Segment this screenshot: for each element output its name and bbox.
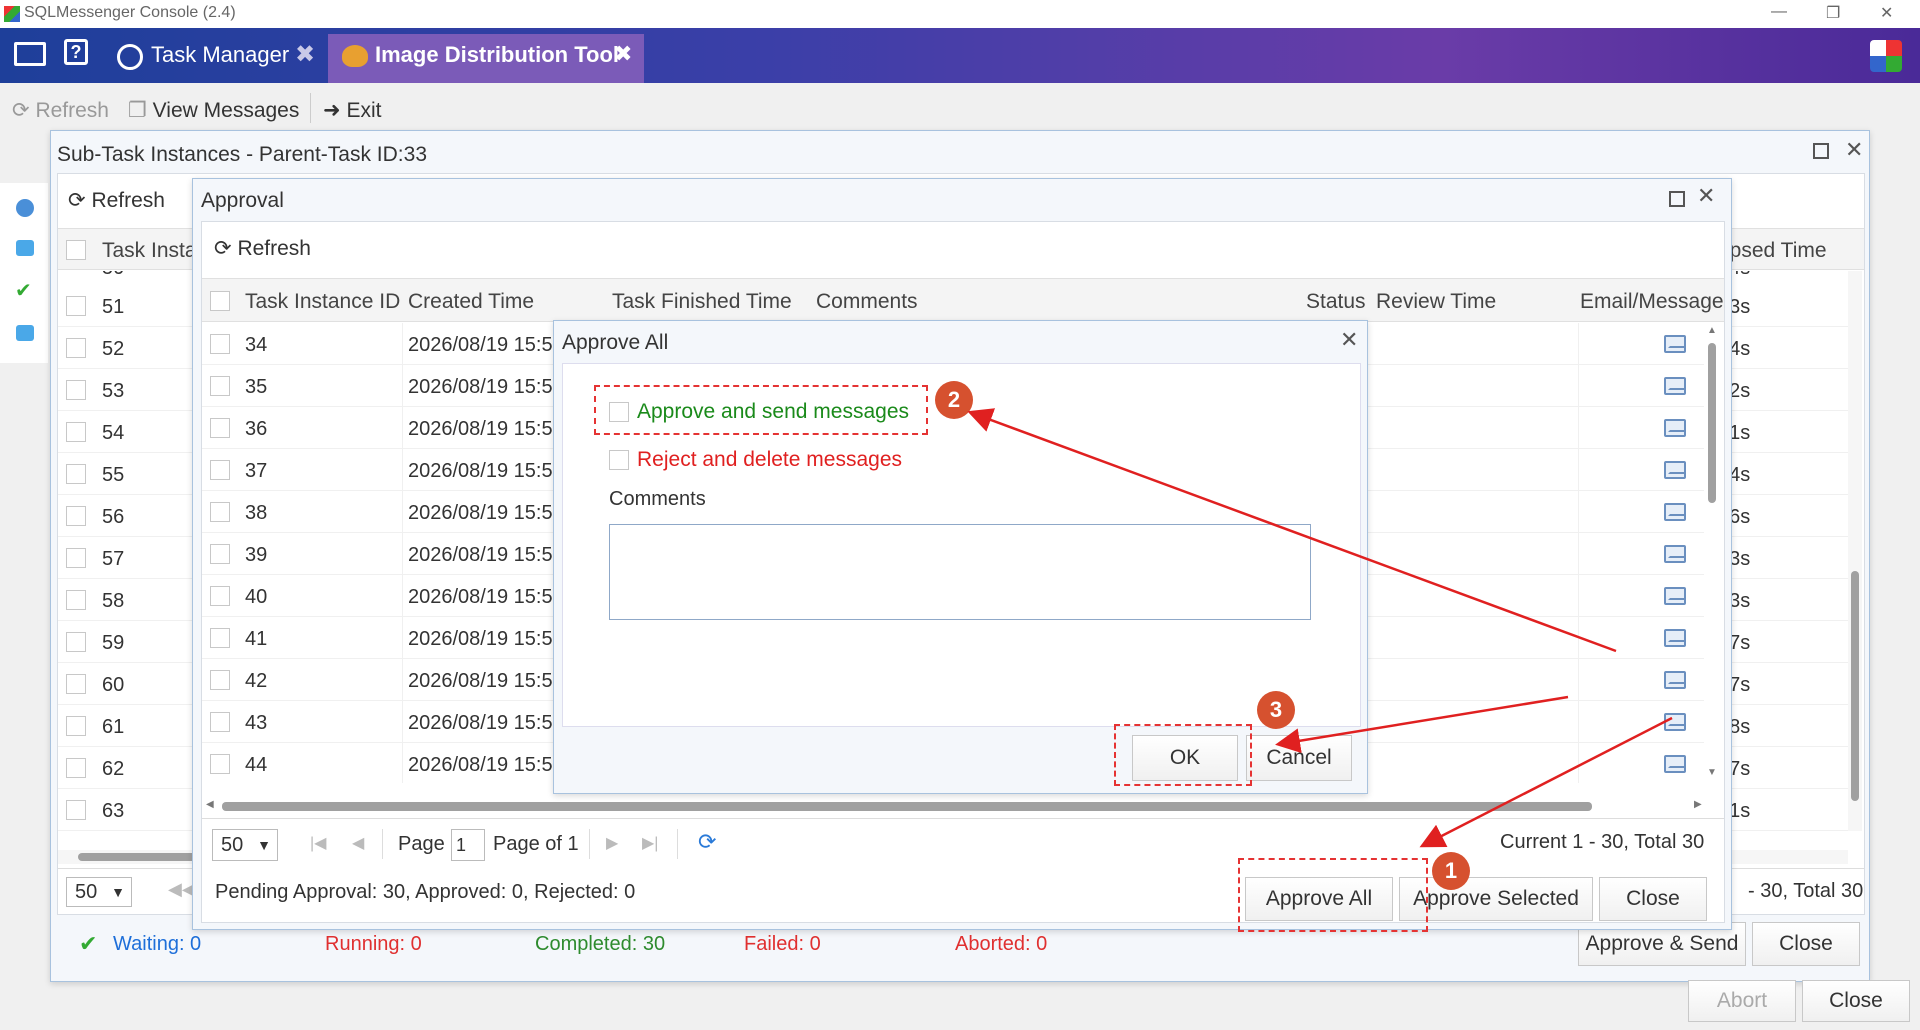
arrow-to-ok-button xyxy=(1275,695,1569,754)
arrow-to-approve-all xyxy=(1419,716,1673,848)
arrow-to-approve-option xyxy=(967,408,1617,653)
annotation-arrows xyxy=(967,408,1673,848)
